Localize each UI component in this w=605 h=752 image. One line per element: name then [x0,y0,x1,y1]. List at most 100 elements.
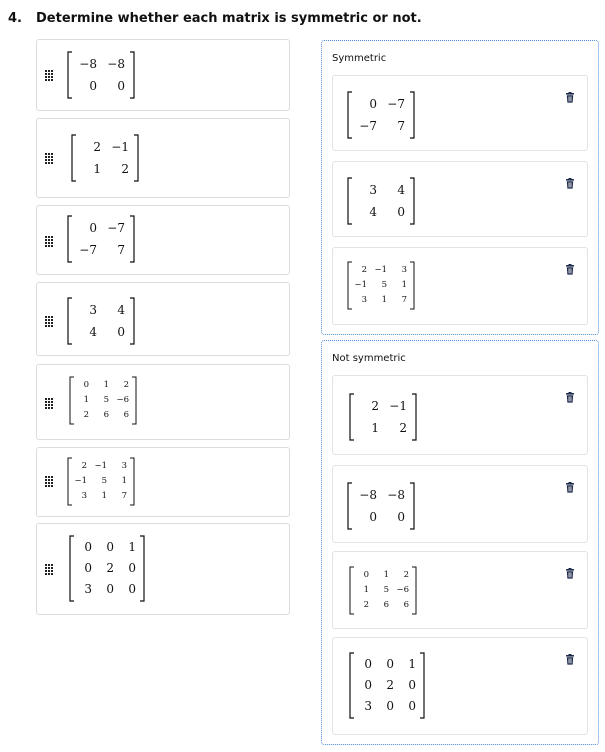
drag-handle-icon[interactable] [45,476,53,488]
matrix-entry: 3 [364,699,372,714]
matrix-entry: −1 [74,476,87,487]
trash-icon[interactable] [565,650,575,665]
right-bracket [410,177,415,225]
draggable-matrix-card[interactable]: 2 −1 1 2 [36,118,290,198]
drag-handle-icon[interactable] [45,236,53,248]
right-bracket [130,215,135,263]
drag-handle-icon[interactable] [45,398,53,410]
right-bracket [140,535,145,602]
matrix-entry: 6 [383,600,389,611]
matrix-entry: −8 [79,56,97,71]
matrix-entry: 0 [89,220,97,235]
matrix-entry: 4 [397,182,405,197]
drag-handle-icon[interactable] [45,70,53,82]
dropped-matrix-card[interactable]: 0 −7 −7 7 [332,75,588,151]
matrix-entry: 6 [103,410,109,421]
dropped-matrix-card[interactable]: 2 −1 1 2 [332,375,588,455]
matrix: 2 −1 3 −1 5 1 3 1 7 [67,457,135,506]
matrix-entry: 2 [363,600,369,611]
matrix-entry: 0 [386,657,394,672]
right-bracket [412,393,417,441]
matrix-entry: 0 [84,561,92,576]
matrix: 0 1 2 1 5 −6 2 6 6 [349,566,417,615]
matrix-entry: −1 [111,139,129,154]
matrix-entry: 2 [81,461,87,472]
matrix-entry: −8 [387,487,405,502]
matrix-entry: 6 [403,600,409,611]
matrix: 3 4 4 0 [347,177,415,225]
matrix-entry: 4 [117,302,125,317]
right-bracket [410,91,415,139]
matrix-entry: 0 [386,699,394,714]
matrix-entry: 0 [408,678,416,693]
right-bracket [420,652,425,719]
matrix-entry: −1 [389,398,407,413]
matrix-entry: −8 [359,487,377,502]
matrix-entry: 4 [89,324,97,339]
matrix-entry: 2 [403,570,409,581]
drag-handle-icon[interactable] [45,316,53,328]
draggable-matrix-card[interactable]: −8 −8 0 0 [36,39,290,111]
trash-icon[interactable] [565,478,575,493]
matrix-entry: 1 [103,380,109,391]
matrix-entry: 3 [81,491,87,502]
dropped-matrix-card[interactable]: 3 4 4 0 [332,161,588,237]
matrix-entry: 2 [371,398,379,413]
left-bracket [347,91,352,139]
not-symmetric-zone-title: Not symmetric [332,353,406,364]
trash-icon[interactable] [565,564,575,579]
dropped-matrix-card[interactable]: 2 −1 3 −1 5 1 3 1 7 [332,247,588,325]
trash-icon[interactable] [565,174,575,189]
matrix-entry: 0 [83,380,89,391]
dropped-matrix-card[interactable]: −8 −8 0 0 [332,465,588,543]
matrix-entry: −1 [94,461,107,472]
draggable-matrix-card[interactable]: 0 1 2 1 5 −6 2 6 6 [36,364,290,440]
trash-icon[interactable] [565,88,575,103]
matrix: 2 −1 3 −1 5 1 3 1 7 [347,261,415,310]
draggable-matrix-card[interactable]: 0 −7 −7 7 [36,205,290,275]
matrix: 001020300 [349,652,425,719]
draggable-matrix-card[interactable]: 2 −1 3 −1 5 1 3 1 7 [36,447,290,517]
matrix-entry: −6 [116,395,129,406]
matrix: 3 4 4 0 [67,297,135,345]
matrix-entry: 5 [381,280,387,291]
matrix-entry: −7 [107,220,125,235]
right-bracket [410,261,415,310]
draggable-matrix-card[interactable]: 3 4 4 0 [36,282,290,356]
matrix-entry: 2 [386,678,394,693]
matrix-entry: 1 [363,585,369,596]
matrix-entry: −7 [359,118,377,133]
trash-icon[interactable] [565,260,575,275]
matrix-entry: 1 [93,161,101,176]
not-symmetric-drop-zone[interactable]: Not symmetric 2 −1 1 2 −8 −8 0 0 0 1 2 1 5 −6 2 6 6 00… [321,340,599,745]
matrix-entry: 1 [83,395,89,406]
matrix-entry: 0 [408,699,416,714]
matrix-entry: 3 [121,461,127,472]
matrix-entry: 1 [381,295,387,306]
matrix: −8 −8 0 0 [347,482,415,530]
dropped-matrix-card[interactable]: 001020300 [332,637,588,735]
matrix-entry: 1 [408,657,416,672]
matrix-entry: 3 [361,295,367,306]
matrix-entry: 2 [399,420,407,435]
dropped-matrix-card[interactable]: 0 1 2 1 5 −6 2 6 6 [332,551,588,629]
drag-handle-icon[interactable] [45,153,53,165]
matrix-entry: 7 [117,242,125,257]
drag-handle-icon[interactable] [45,564,53,576]
symmetric-drop-zone[interactable]: Symmetric 0 −7 −7 7 3 4 4 0 2 −1 3 −1 5 1 3 1 7 [321,40,599,335]
matrix-entry: 0 [369,509,377,524]
trash-icon[interactable] [565,388,575,403]
matrix-entry: −1 [374,265,387,276]
draggable-matrix-card[interactable]: 001020300 [36,523,290,615]
matrix-entry: 2 [121,161,129,176]
matrix-entry: 1 [101,491,107,502]
matrix-entry: 1 [121,476,127,487]
question-number: 4. [8,11,22,26]
question-text: Determine whether each matrix is symmetr… [36,11,422,26]
matrix-entry: 3 [369,182,377,197]
matrix-entry: 0 [128,561,136,576]
matrix-entry: 0 [117,78,125,93]
right-bracket [130,457,135,506]
matrix-entry: 3 [84,582,92,597]
matrix: 0 −7 −7 7 [347,91,415,139]
